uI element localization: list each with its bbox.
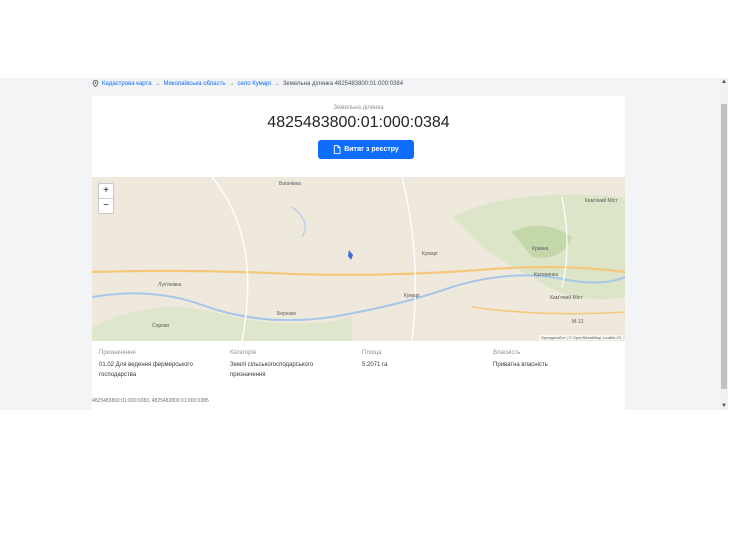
info-value: 01.02 Для ведення фермерського господарс… bbox=[99, 362, 193, 378]
breadcrumb-separator: → bbox=[273, 80, 280, 87]
breadcrumb-link-village[interactable]: село Кумарі bbox=[238, 81, 271, 87]
place-label: Кам'яний Міст bbox=[550, 294, 583, 301]
registry-extract-button[interactable]: Витяг з реєстру bbox=[318, 140, 414, 159]
info-category: Категорія Землі сільськогосподарського п… bbox=[230, 350, 350, 380]
breadcrumb-current: Земельна ділянка 4825483800:01:000:0384 bbox=[282, 80, 404, 87]
place-label: Катеринка bbox=[534, 272, 558, 278]
zoom-out-button[interactable]: − bbox=[99, 198, 113, 213]
place-label: Кумарі bbox=[422, 251, 437, 257]
info-purpose: Призначення 01.02 Для ведення фермерсько… bbox=[99, 350, 219, 380]
parcel-card: Земельна ділянка 4825483800:01:000:0384 … bbox=[92, 96, 625, 410]
scroll-up-icon[interactable]: ▲ bbox=[720, 78, 728, 86]
breadcrumb-link-oblast[interactable]: Миколаївська область bbox=[164, 81, 226, 87]
road-shield: M-13 bbox=[572, 319, 584, 325]
map-container[interactable]: Багачівка Кам'яний Міст Кумарі Кринка Ка… bbox=[92, 177, 625, 341]
zoom-control: + − bbox=[98, 183, 114, 214]
info-label: Категорія bbox=[230, 350, 257, 356]
info-value: 5.2071 га bbox=[362, 362, 388, 368]
place-label: Кам'яний Міст bbox=[585, 197, 618, 204]
breadcrumb-separator: → bbox=[228, 80, 235, 87]
parcel-number: 4825483800:01:000:0384 bbox=[267, 114, 450, 131]
place-label: Сороки bbox=[152, 323, 169, 329]
neighbour-parcels[interactable]: 4825483800:01:000:0383, 4825483800:01:00… bbox=[92, 398, 209, 404]
place-label: Кринка bbox=[532, 246, 549, 252]
info-value: Приватна власність bbox=[493, 362, 548, 368]
document-icon bbox=[334, 145, 341, 154]
place-label: Лук'янівка bbox=[158, 282, 182, 288]
vertical-scrollbar[interactable]: ▲ ▼ bbox=[720, 78, 728, 410]
info-label: Площа bbox=[362, 350, 382, 356]
scroll-down-icon[interactable]: ▼ bbox=[720, 402, 728, 410]
breadcrumb-separator: → bbox=[154, 80, 161, 87]
zoom-in-button[interactable]: + bbox=[99, 184, 113, 198]
place-label: Багачівка bbox=[279, 181, 301, 187]
place-label: Березки bbox=[277, 311, 296, 317]
registry-extract-label: Витяг з реєстру bbox=[344, 146, 399, 153]
info-ownership: Власність Приватна власність bbox=[493, 350, 613, 370]
breadcrumb-link-cadastral-map[interactable]: Кадастрова карта bbox=[102, 81, 152, 87]
map-pin-icon bbox=[92, 80, 99, 87]
parcel-eyebrow: Земельна ділянка bbox=[333, 105, 384, 111]
map-tiles: Багачівка Кам'яний Міст Кумарі Кринка Ка… bbox=[92, 177, 625, 341]
info-area: Площа 5.2071 га bbox=[362, 350, 482, 370]
breadcrumb: Кадастрова карта → Миколаївська область … bbox=[92, 80, 403, 87]
map-attribution[interactable]: Openдатабот | © OpenStreetMap, Leaflet.J… bbox=[538, 335, 623, 340]
scrollbar-thumb[interactable] bbox=[721, 104, 727, 389]
place-label: Кумарі bbox=[404, 293, 419, 299]
page-viewport: Кадастрова карта → Миколаївська область … bbox=[0, 78, 720, 410]
info-value: Землі сільськогосподарського призначення bbox=[230, 362, 314, 378]
info-label: Власність bbox=[493, 350, 521, 356]
info-label: Призначення bbox=[99, 350, 136, 356]
